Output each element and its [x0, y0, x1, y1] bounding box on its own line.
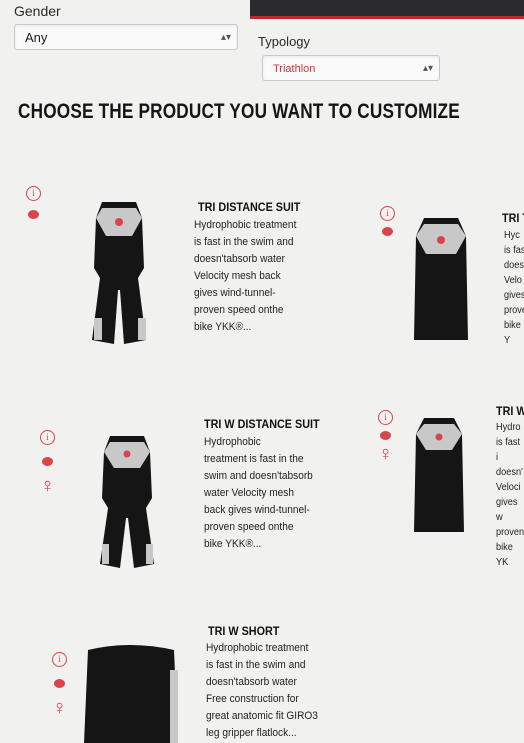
- product-image-tri-top[interactable]: [410, 214, 472, 344]
- heart-icon[interactable]: [382, 227, 393, 236]
- female-icon: ♀: [52, 697, 67, 719]
- product-image-tri-w-short[interactable]: [80, 640, 182, 743]
- heart-icon[interactable]: [42, 457, 53, 466]
- product-actions: i: [380, 206, 396, 236]
- product-image-tri-distance-suit[interactable]: [84, 198, 154, 348]
- heart-icon[interactable]: [54, 679, 65, 688]
- typology-select-value: Triathlon: [273, 63, 316, 75]
- info-icon[interactable]: i: [52, 652, 67, 667]
- product-description: Hyc is fas does Velo gives prove bike Y: [504, 230, 524, 346]
- heart-icon[interactable]: [380, 431, 391, 440]
- info-icon[interactable]: i: [40, 430, 55, 445]
- info-icon[interactable]: i: [378, 410, 393, 425]
- select-arrows-icon: ▴▾: [422, 63, 433, 74]
- typology-label: Typology: [258, 34, 311, 49]
- typology-select[interactable]: Triathlon ▴▾: [262, 55, 440, 81]
- product-image-tri-w-top[interactable]: [410, 414, 468, 536]
- female-icon: ♀: [378, 443, 393, 465]
- info-icon[interactable]: i: [380, 206, 395, 221]
- product-description: Hydrophobic treatment is fast in the swi…: [206, 642, 318, 739]
- gender-label: Gender: [14, 3, 61, 19]
- product-title[interactable]: TRI DISTANCE SUIT: [198, 200, 300, 214]
- product-title[interactable]: TRI W DISTANCE SUIT: [204, 417, 320, 431]
- gender-select[interactable]: Any ▴▾: [14, 24, 238, 50]
- product-description: Hydrophobic treatment is fast in the swi…: [204, 436, 313, 550]
- top-navigation-bar: [250, 0, 524, 19]
- page-title: CHOOSE THE PRODUCT YOU WANT TO CUSTOMIZE: [18, 100, 460, 123]
- product-title[interactable]: TRI W T: [496, 404, 524, 418]
- heart-icon[interactable]: [28, 210, 39, 219]
- product-title[interactable]: TRI W SHORT: [208, 624, 279, 638]
- info-icon[interactable]: i: [26, 186, 41, 201]
- select-arrows-icon: ▴▾: [220, 32, 231, 43]
- female-icon: ♀: [40, 475, 55, 497]
- gender-select-value: Any: [25, 30, 48, 45]
- product-actions: i: [26, 186, 42, 219]
- product-description: Hydrophobic treatment is fast in the swi…: [194, 219, 297, 333]
- product-description: Hydro is fast i doesn' Veloci gives w pr…: [496, 422, 524, 568]
- product-actions: i ♀: [378, 410, 394, 464]
- product-image-tri-w-distance-suit[interactable]: [96, 432, 158, 572]
- product-title[interactable]: TRI T: [502, 211, 524, 225]
- product-actions: i ♀: [40, 430, 56, 496]
- product-actions: i ♀: [52, 652, 68, 718]
